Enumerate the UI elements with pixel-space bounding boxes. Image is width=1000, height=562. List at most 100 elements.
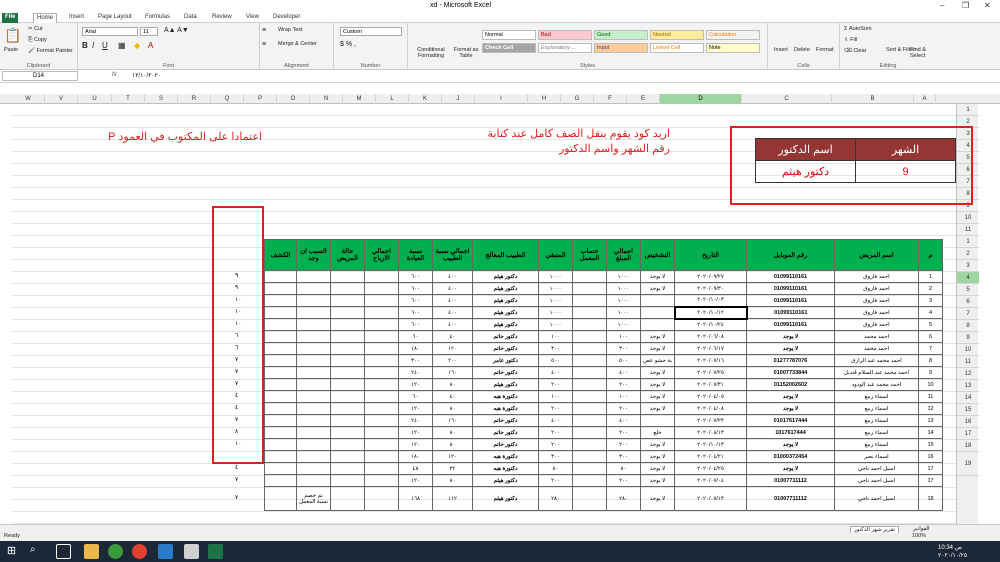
table-cell[interactable]: 2: [918, 282, 943, 295]
table-cell[interactable]: [330, 318, 365, 331]
table-cell[interactable]: [296, 306, 331, 319]
table-cell[interactable]: [330, 342, 365, 355]
table-cell[interactable]: ٢٠٠: [538, 474, 573, 487]
table-cell[interactable]: 01007733844: [746, 366, 835, 379]
row-header[interactable]: 1: [957, 104, 979, 116]
table-cell[interactable]: ٢٤٠: [398, 414, 433, 427]
table-cell[interactable]: ٢٠٠: [538, 402, 573, 415]
table-cell[interactable]: دكتور هيثم: [472, 378, 539, 391]
table-cell[interactable]: [572, 390, 607, 403]
table-cell[interactable]: احمد فاروق: [834, 294, 919, 307]
table-cell[interactable]: [264, 474, 297, 487]
table-cell[interactable]: ٨٠: [432, 378, 473, 391]
table-cell[interactable]: [264, 270, 297, 283]
table-cell[interactable]: [264, 306, 297, 319]
row-header[interactable]: 12: [957, 368, 979, 380]
table-cell[interactable]: احمد فاروق: [834, 282, 919, 295]
table-cell[interactable]: ١٢٠: [432, 342, 473, 355]
fill-color-icon[interactable]: ◆: [134, 41, 140, 50]
table-cell[interactable]: ٢٠٢٠/٠٩/٢٧: [674, 270, 747, 283]
table-cell[interactable]: 11: [918, 390, 943, 403]
table-cell[interactable]: [330, 474, 365, 487]
align-center-icon[interactable]: ≡: [262, 41, 266, 48]
paste-button[interactable]: Paste: [4, 47, 18, 53]
table-cell[interactable]: ٢٠٠: [606, 474, 641, 487]
borders-icon[interactable]: ▦: [118, 41, 126, 50]
row-header[interactable]: 2: [957, 248, 979, 260]
table-cell[interactable]: [364, 462, 399, 475]
table-cell[interactable]: [640, 414, 675, 427]
table-cell[interactable]: 18: [918, 486, 943, 511]
table-cell[interactable]: ١٦٠: [432, 414, 473, 427]
table-cell[interactable]: 3: [918, 294, 943, 307]
copy-button[interactable]: ⎘ Copy: [28, 37, 47, 44]
table-cell[interactable]: احمد فاروق: [834, 306, 919, 319]
table-cell[interactable]: لا يوجد: [640, 270, 675, 283]
minimize-icon[interactable]: –: [940, 1, 944, 10]
table-cell[interactable]: [640, 318, 675, 331]
table-cell[interactable]: [572, 366, 607, 379]
format-cells-button[interactable]: Format: [816, 47, 833, 53]
column-header-a[interactable]: A: [914, 94, 936, 104]
table-cell[interactable]: 15: [918, 438, 943, 451]
table-cell[interactable]: ١٢٠: [398, 426, 433, 439]
table-cell[interactable]: ٢٠٠: [606, 438, 641, 451]
table-cell[interactable]: ١٢٠: [398, 378, 433, 391]
row-header[interactable]: 11: [957, 356, 979, 368]
search-icon[interactable]: ⌕: [30, 544, 45, 559]
table-cell[interactable]: ٢٠٢٠/١٠/٠٣: [674, 294, 747, 307]
table-cell[interactable]: ٢٠٠: [538, 438, 573, 451]
table-cell[interactable]: [264, 486, 297, 511]
row-header[interactable]: 5: [957, 284, 979, 296]
table-cell[interactable]: [364, 282, 399, 295]
style-explanatory[interactable]: Explanatory ...: [538, 43, 592, 53]
table-cell[interactable]: ١٨٠: [398, 450, 433, 463]
font-color-icon[interactable]: A: [148, 41, 153, 50]
table-cell[interactable]: [364, 354, 399, 367]
table-cell[interactable]: ٣٠٠: [606, 342, 641, 355]
table-cell[interactable]: ٢٠٢٠/١٠/١٢: [673, 305, 748, 320]
table-cell[interactable]: ٦٠٠: [398, 282, 433, 295]
doctor-value-cell[interactable]: دكتور هيثم: [755, 160, 856, 183]
table-cell[interactable]: [264, 438, 297, 451]
style-neutral[interactable]: Neutral: [650, 30, 704, 40]
table-cell[interactable]: 9: [918, 366, 943, 379]
fx-icon[interactable]: fx: [112, 72, 117, 78]
chrome-icon[interactable]: [132, 544, 147, 559]
excel-taskbar-icon[interactable]: [208, 544, 223, 559]
table-cell[interactable]: [330, 414, 365, 427]
tab-formulas[interactable]: Formulas: [142, 13, 173, 23]
table-cell[interactable]: 5: [918, 318, 943, 331]
table-cell[interactable]: دكتور حاتم: [472, 426, 539, 439]
autosum-button[interactable]: Σ AutoSum: [844, 26, 872, 32]
table-cell[interactable]: [330, 282, 365, 295]
table-cell[interactable]: [264, 366, 297, 379]
table-cell[interactable]: احمد محمد عبد الودود: [834, 378, 919, 391]
table-cell[interactable]: خلع: [640, 426, 675, 439]
table-cell[interactable]: [364, 438, 399, 451]
table-cell[interactable]: [264, 378, 297, 391]
table-cell[interactable]: 01007711112: [746, 474, 835, 487]
row-header[interactable]: 16: [957, 416, 979, 428]
table-cell[interactable]: دكتور حاتم: [472, 342, 539, 355]
table-cell[interactable]: اسماء ربيع: [834, 426, 919, 439]
column-p-cell[interactable]: ٧: [213, 486, 263, 510]
table-cell[interactable]: [572, 282, 607, 295]
table-cell[interactable]: ٨٠: [432, 426, 473, 439]
table-cell[interactable]: [572, 402, 607, 415]
table-cell[interactable]: لا يوجد: [640, 474, 675, 487]
table-cell[interactable]: ١٠٠٠: [606, 270, 641, 283]
column-header-t[interactable]: T: [112, 94, 145, 104]
table-cell[interactable]: ٤٠٠: [538, 414, 573, 427]
table-cell[interactable]: ٢٠٢٠/٠٦/٠٨: [674, 330, 747, 343]
sheet-tab-invoices[interactable]: الفواتير: [910, 526, 933, 532]
table-cell[interactable]: لا يوجد: [746, 462, 835, 475]
column-header-j[interactable]: J: [442, 94, 475, 104]
table-cell[interactable]: ٢٠٠: [538, 426, 573, 439]
table-cell[interactable]: اسيل احمد ناجي: [834, 474, 919, 487]
column-header-c[interactable]: C: [742, 94, 832, 104]
column-header-p[interactable]: P: [244, 94, 277, 104]
table-cell[interactable]: [264, 354, 297, 367]
table-cell[interactable]: ٢٠٢٠/٠٦/١٧: [674, 342, 747, 355]
row-header[interactable]: 18: [957, 440, 979, 452]
